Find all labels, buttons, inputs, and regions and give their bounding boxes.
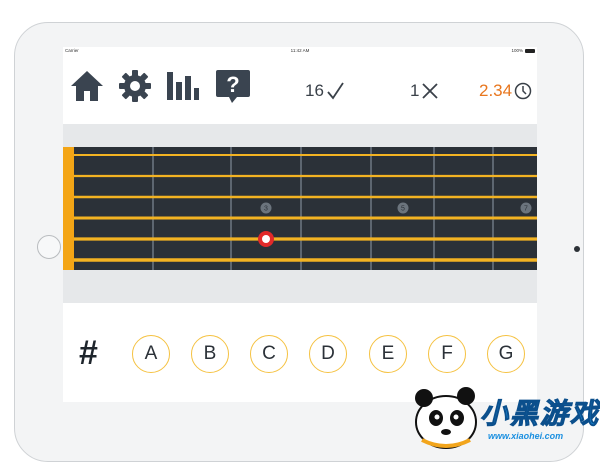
note-button-d[interactable]: D <box>309 335 347 373</box>
help-icon[interactable]: ? <box>215 68 251 104</box>
front-camera <box>574 246 580 252</box>
selected-note-marker <box>258 231 274 247</box>
fret-marker-3-label: 3 <box>264 206 268 213</box>
battery-indicator: 100% <box>511 48 535 53</box>
note-button-c[interactable]: C <box>250 335 288 373</box>
check-icon <box>327 82 344 100</box>
home-icon[interactable] <box>69 68 105 104</box>
note-button-g[interactable]: G <box>487 335 525 373</box>
note-button-a[interactable]: A <box>132 335 170 373</box>
home-hardware-button[interactable] <box>37 235 61 259</box>
fret-marker-7: 7 <box>520 202 532 214</box>
fret-marker-3: 3 <box>260 202 272 214</box>
wrong-counter: 1 <box>410 81 439 101</box>
timer-value: 2.34 <box>479 81 513 100</box>
clock-icon <box>514 82 532 100</box>
timer: 2.34 <box>479 81 532 101</box>
fretboard-wood <box>71 147 537 270</box>
bar-chart-icon[interactable] <box>165 68 201 104</box>
fret-marker-5-label: 5 <box>401 206 405 213</box>
fretboard[interactable]: 3 5 7 <box>63 147 537 270</box>
cross-icon <box>422 83 439 99</box>
note-button-b[interactable]: B <box>191 335 229 373</box>
app-screen: Carrier 11:42 AM 100% ? 16 1 2.34 3 5 7 … <box>63 47 537 402</box>
watermark-brand: 小黑游戏 <box>480 398 600 430</box>
toolbar: ? 16 1 2.34 <box>63 55 537 123</box>
fret-marker-5: 5 <box>397 202 409 214</box>
fret-marker-7-label: 7 <box>524 206 528 213</box>
gear-icon[interactable] <box>117 68 153 104</box>
clock-label: 11:42 AM <box>290 48 310 53</box>
correct-count: 16 <box>305 81 324 100</box>
note-button-f[interactable]: F <box>428 335 466 373</box>
correct-counter: 16 <box>305 81 344 101</box>
note-button-e[interactable]: E <box>369 335 407 373</box>
battery-icon <box>525 48 535 53</box>
wrong-count: 1 <box>410 81 420 100</box>
sharp-toggle-button[interactable]: # <box>79 336 98 370</box>
nut <box>63 147 74 270</box>
status-bar: Carrier 11:42 AM 100% <box>63 47 537 55</box>
battery-label: 100% <box>511 48 523 53</box>
svg-text:?: ? <box>226 72 239 97</box>
watermark-url: www.xiaohei.com <box>488 431 564 441</box>
